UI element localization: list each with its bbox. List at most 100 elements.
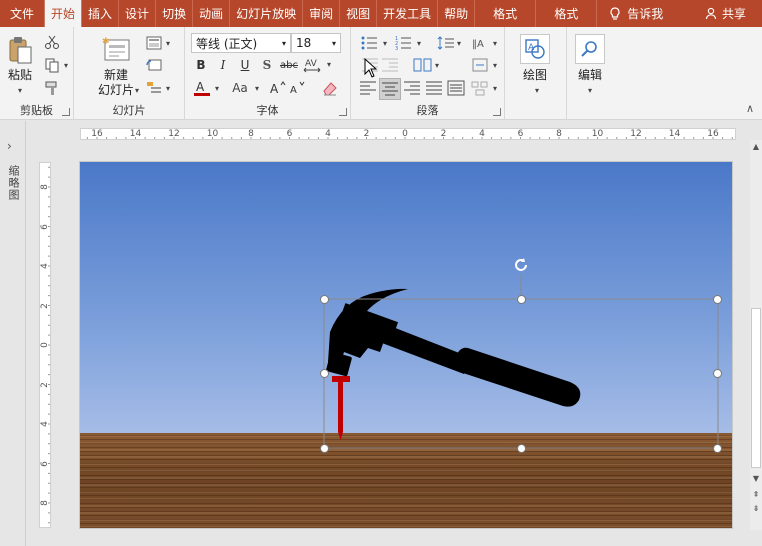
slide-canvas[interactable]: [79, 161, 733, 529]
tell-me-box[interactable]: 告诉我: [596, 0, 675, 27]
char-spacing-chevron-icon[interactable]: ▾: [325, 60, 333, 69]
vruler-label: 6: [40, 223, 50, 230]
next-slide-icon[interactable]: ⇟: [750, 502, 762, 514]
horizontal-ruler: 16 14 12 10 8 6 4 2 0 2 4 6 8 10 12 14 16: [80, 128, 736, 140]
resize-handle-bottom[interactable]: [517, 444, 526, 453]
prev-slide-icon[interactable]: ⇞: [750, 488, 762, 500]
smartart-chevron-icon[interactable]: ▾: [491, 84, 499, 93]
line-spacing-icon[interactable]: [437, 35, 455, 51]
shapes-icon[interactable]: A: [520, 34, 550, 64]
vruler-label: 0: [40, 342, 50, 348]
layout-chevron-icon[interactable]: ▾: [164, 39, 172, 48]
scroll-down-icon[interactable]: ▼: [750, 472, 762, 484]
editing-chevron-icon[interactable]: ▾: [585, 85, 595, 95]
tab-view[interactable]: 视图: [339, 0, 376, 27]
font-color-icon[interactable]: A: [193, 79, 211, 97]
decrease-font-icon[interactable]: A: [289, 79, 307, 97]
tab-design[interactable]: 设计: [118, 0, 155, 27]
text-direction-icon[interactable]: ‖A: [471, 35, 489, 51]
hruler-label: 6: [286, 129, 293, 139]
drawing-chevron-icon[interactable]: ▾: [532, 85, 542, 95]
section-chevron-icon[interactable]: ▾: [164, 84, 172, 93]
editing-label[interactable]: 编辑: [567, 68, 613, 83]
increase-indent-icon[interactable]: [381, 57, 399, 73]
justify-icon[interactable]: [425, 79, 443, 97]
resize-handle-right[interactable]: [713, 369, 722, 378]
clear-format-icon[interactable]: [321, 79, 339, 97]
hruler-label: 6: [517, 129, 524, 139]
tab-developer[interactable]: 开发工具: [376, 0, 437, 27]
tab-review[interactable]: 审阅: [302, 0, 339, 27]
align-text-chevron-icon[interactable]: ▾: [491, 61, 499, 70]
copy-dropdown-chevron-icon[interactable]: ▾: [62, 61, 70, 70]
text-direction-chevron-icon[interactable]: ▾: [491, 39, 499, 48]
font-size-select[interactable]: 18 ▾: [291, 33, 341, 53]
find-icon[interactable]: [575, 34, 605, 64]
drawing-label[interactable]: 绘图: [513, 68, 557, 83]
distributed-icon[interactable]: [447, 79, 465, 97]
tab-home[interactable]: 开始: [44, 0, 83, 27]
resize-handle-top-left[interactable]: [320, 295, 329, 304]
line-spacing-chevron-icon[interactable]: ▾: [455, 39, 463, 48]
tab-format-picture[interactable]: 格式: [535, 0, 596, 27]
person-icon: [705, 7, 717, 20]
expand-thumbnails-icon[interactable]: ›: [7, 139, 12, 153]
numbering-icon[interactable]: 123: [395, 35, 413, 51]
cut-icon[interactable]: [44, 34, 60, 50]
resize-handle-bottom-left[interactable]: [320, 444, 329, 453]
paragraph-launcher-icon[interactable]: [493, 108, 501, 116]
bullets-chevron-icon[interactable]: ▾: [381, 39, 389, 48]
resize-handle-top[interactable]: [517, 295, 526, 304]
tab-insert[interactable]: 插入: [82, 0, 118, 27]
tab-help[interactable]: 帮助: [437, 0, 474, 27]
resize-handle-bottom-right[interactable]: [713, 444, 722, 453]
columns-chevron-icon[interactable]: ▾: [433, 61, 441, 70]
smartart-icon[interactable]: [471, 79, 489, 97]
font-name-select[interactable]: 等线 (正文) ▾: [191, 33, 291, 53]
bold-button[interactable]: B: [191, 55, 211, 75]
font-launcher-icon[interactable]: [339, 108, 347, 116]
new-slide-icon[interactable]: ✱: [100, 35, 132, 65]
format-painter-icon[interactable]: [44, 80, 60, 96]
svg-text:‖A: ‖A: [472, 39, 484, 50]
layout-icon[interactable]: [146, 35, 162, 51]
tab-file[interactable]: 文件: [0, 0, 44, 27]
tab-format-drawing[interactable]: 格式: [474, 0, 535, 27]
bullets-icon[interactable]: [361, 35, 379, 51]
vertical-scrollbar[interactable]: ▲ ▼ ⇞ ⇟: [750, 140, 762, 530]
rotate-handle-icon[interactable]: [512, 256, 530, 274]
paste-dropdown-chevron-icon[interactable]: ▾: [14, 85, 26, 95]
hruler-label: 10: [591, 129, 604, 139]
clipboard-launcher-icon[interactable]: [62, 108, 70, 116]
strikethrough-button[interactable]: abc: [279, 55, 299, 75]
increase-font-icon[interactable]: A: [269, 79, 287, 97]
tab-transitions[interactable]: 切换: [155, 0, 192, 27]
shadow-button[interactable]: S: [257, 55, 277, 75]
scroll-up-icon[interactable]: ▲: [750, 140, 762, 152]
change-case-chevron-icon[interactable]: ▾: [253, 84, 261, 93]
scrollbar-thumb[interactable]: [751, 308, 761, 468]
collapse-ribbon-icon[interactable]: ∧: [746, 102, 754, 115]
char-spacing-icon[interactable]: AV: [303, 56, 323, 74]
resize-handle-left[interactable]: [320, 369, 329, 378]
tell-me-label: 告诉我: [627, 7, 664, 21]
underline-button[interactable]: U: [235, 55, 255, 75]
columns-icon[interactable]: [413, 57, 433, 73]
tab-slideshow[interactable]: 幻灯片放映: [229, 0, 302, 27]
section-icon[interactable]: [146, 80, 162, 96]
resize-handle-top-right[interactable]: [713, 295, 722, 304]
copy-icon[interactable]: [44, 57, 60, 73]
new-slide-dropdown-chevron-icon[interactable]: ▾: [132, 85, 142, 95]
change-case-button[interactable]: Aa: [229, 79, 251, 97]
align-text-icon[interactable]: [471, 57, 489, 73]
numbering-chevron-icon[interactable]: ▾: [415, 39, 423, 48]
font-color-chevron-icon[interactable]: ▾: [213, 84, 221, 93]
align-center-icon[interactable]: [379, 78, 401, 100]
align-left-icon[interactable]: [359, 79, 377, 97]
reset-icon[interactable]: [146, 57, 162, 73]
share-button[interactable]: 共享: [695, 0, 762, 27]
tab-animations[interactable]: 动画: [192, 0, 229, 27]
paste-icon[interactable]: [6, 35, 34, 65]
align-right-icon[interactable]: [403, 79, 421, 97]
italic-button[interactable]: I: [213, 55, 233, 75]
